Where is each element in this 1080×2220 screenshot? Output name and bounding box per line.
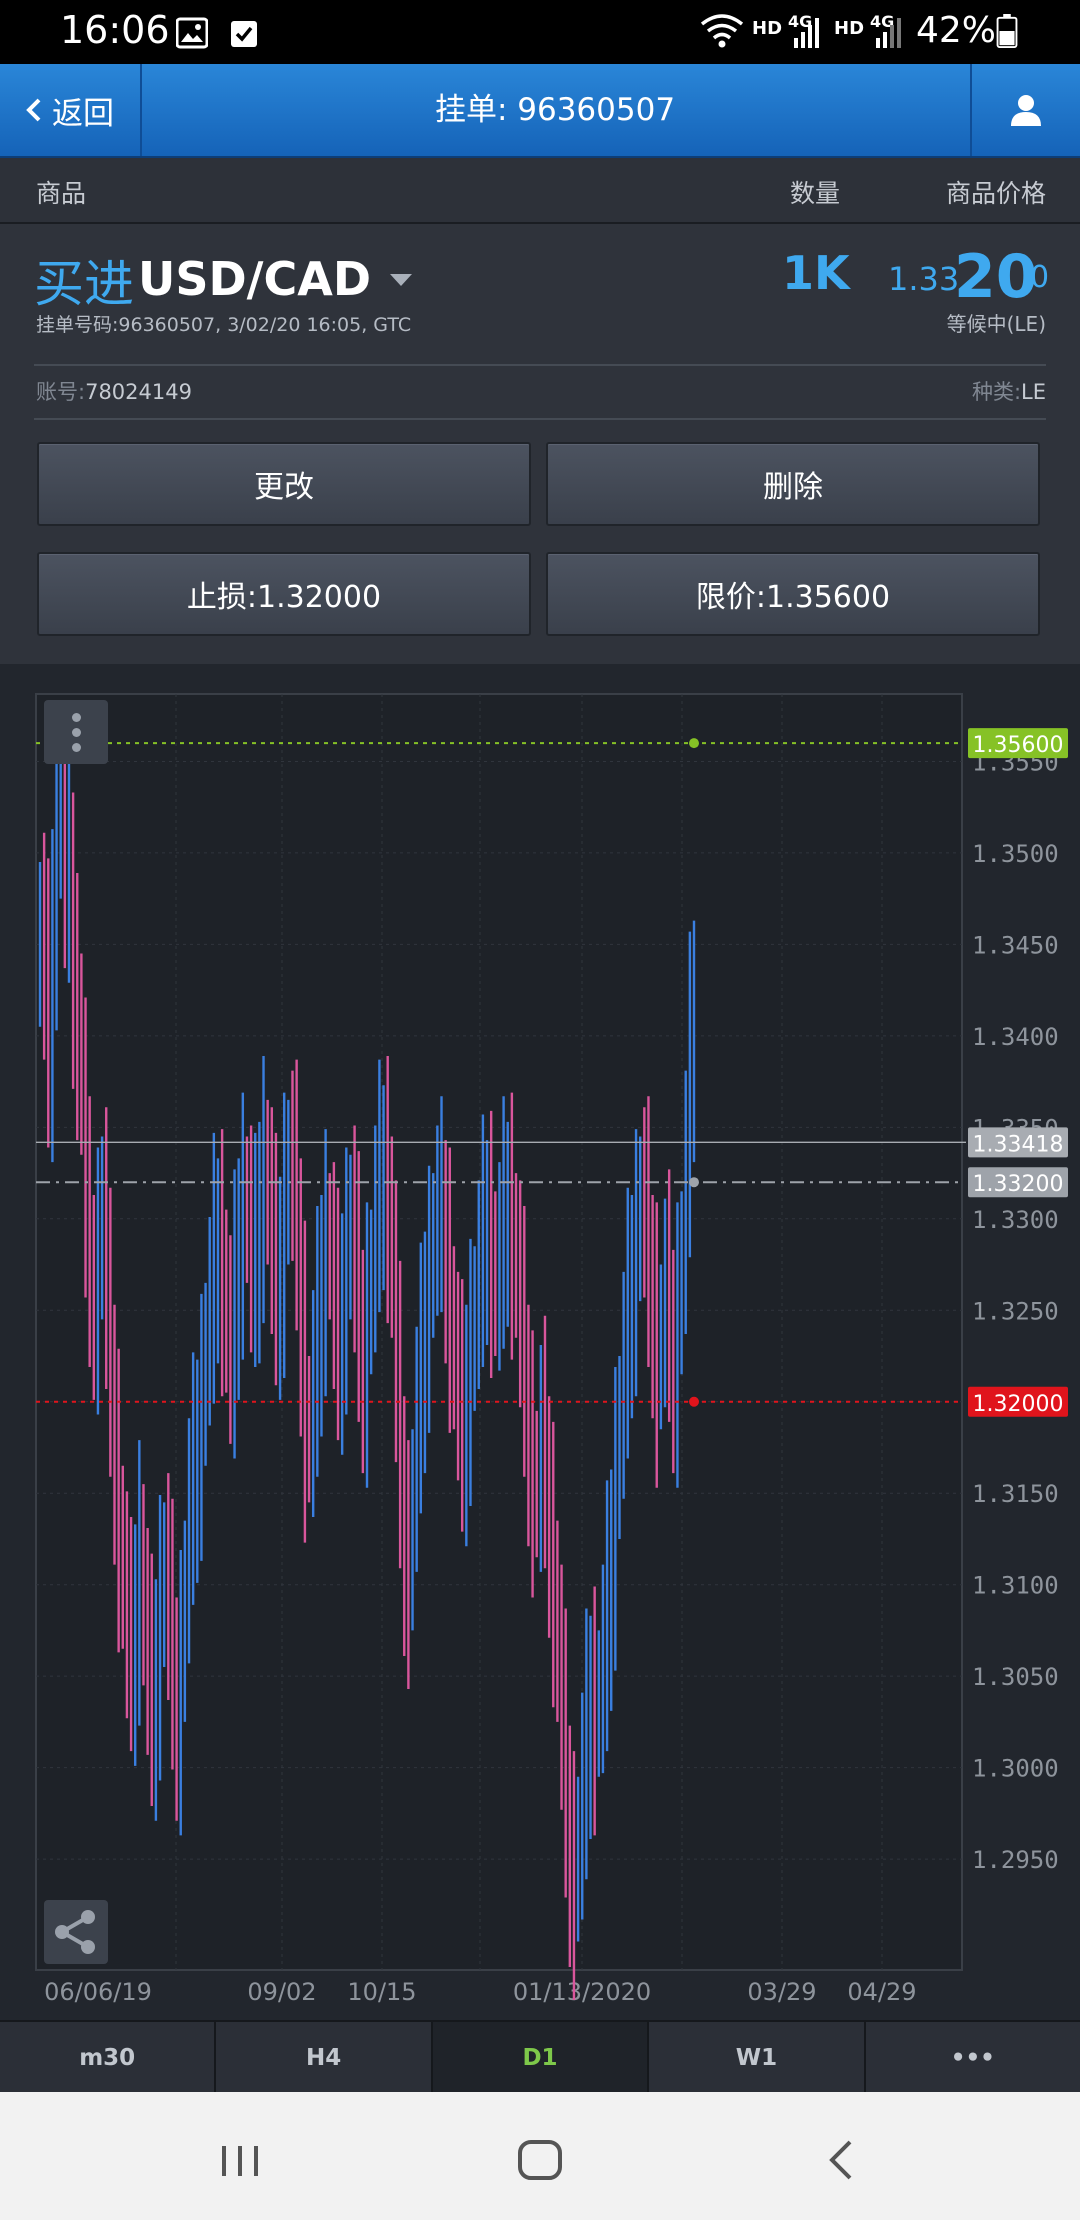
x-tick-label: 10/15 bbox=[347, 1978, 416, 2006]
y-tick-label: 1.3000 bbox=[972, 1755, 1059, 1783]
system-nav-bar bbox=[0, 2092, 1080, 2220]
dot-icon bbox=[71, 712, 81, 722]
signal-icon-2 bbox=[876, 18, 901, 48]
order-panel: 买进 USD/CAD 挂单号码:96360507, 3/02/20 16:05,… bbox=[0, 224, 1080, 664]
divider bbox=[34, 418, 1046, 420]
share-icon bbox=[55, 1910, 95, 1954]
timeframe-tab[interactable]: D1 bbox=[432, 2022, 650, 2094]
symbol-selector[interactable]: USD/CAD bbox=[138, 252, 371, 306]
price-line-label: 1.35600 bbox=[973, 733, 1064, 758]
price-prefix: 1.33 bbox=[888, 260, 960, 298]
price-big: 20 bbox=[954, 242, 1038, 312]
chart-menu-button[interactable] bbox=[44, 700, 108, 764]
order-meta: 挂单号码:96360507, 3/02/20 16:05, GTC bbox=[36, 314, 412, 336]
page-title: 挂单: 96360507 bbox=[434, 92, 676, 128]
x-tick-label: 09/02 bbox=[247, 1978, 316, 2006]
y-tick-label: 1.3400 bbox=[972, 1023, 1059, 1051]
dot-icon bbox=[71, 742, 81, 752]
timeframe-tab[interactable]: H4 bbox=[216, 2022, 433, 2094]
chart-canvas[interactable]: 1.35501.35001.34501.34001.33501.33001.32… bbox=[0, 664, 1080, 2020]
status-bar: 16:06 HD 4G HD 4G 42% bbox=[0, 0, 1080, 64]
timeframe-tab[interactable]: ••• bbox=[866, 2022, 1080, 2094]
x-tick-label: 03/29 bbox=[747, 1978, 816, 2006]
timeframe-bar: m30 H4 D1 W1 ••• bbox=[0, 2020, 1080, 2094]
column-price: 商品价格 bbox=[945, 179, 1046, 208]
checkbox-icon bbox=[231, 21, 257, 47]
y-tick-label: 1.3050 bbox=[972, 1663, 1059, 1691]
timeframe-tab[interactable]: m30 bbox=[0, 2022, 217, 2094]
order-type: 种类:LE bbox=[971, 380, 1046, 404]
stop-loss-button[interactable]: 止损:1.32000 bbox=[37, 552, 531, 636]
limit-button[interactable]: 限价:1.35600 bbox=[546, 552, 1040, 636]
price-line-dot bbox=[689, 1396, 699, 1407]
column-product: 商品 bbox=[36, 179, 87, 208]
battery-icon bbox=[996, 14, 1018, 48]
price-chart[interactable]: 1.35501.35001.34501.34001.33501.33001.32… bbox=[0, 664, 1080, 2020]
price-line-label: 1.32000 bbox=[973, 1392, 1064, 1417]
price-line-label: 1.33200 bbox=[973, 1172, 1064, 1197]
y-tick-label: 1.3100 bbox=[972, 1572, 1059, 1600]
order-side: 买进 bbox=[34, 255, 134, 313]
dot-icon bbox=[71, 727, 81, 737]
y-tick-label: 1.3250 bbox=[972, 1297, 1059, 1325]
back-label: 返回 bbox=[52, 95, 114, 132]
account-button[interactable] bbox=[970, 64, 1080, 156]
hd-label-2: HD bbox=[834, 18, 865, 39]
signal-icon bbox=[794, 18, 819, 48]
nav-bar: 返回 挂单: 96360507 bbox=[0, 64, 1080, 158]
x-tick-label: 06/06/19 bbox=[44, 1978, 152, 2006]
caret-down-icon[interactable] bbox=[390, 274, 412, 286]
recent-apps-icon[interactable] bbox=[210, 2130, 270, 2190]
share-button[interactable] bbox=[44, 1900, 108, 1964]
y-tick-label: 1.3450 bbox=[972, 931, 1059, 959]
order-quantity: 1K bbox=[782, 246, 850, 300]
price-line-dot bbox=[689, 1177, 699, 1188]
order-status: 等候中(LE) bbox=[946, 312, 1046, 336]
wifi-icon bbox=[700, 14, 744, 48]
x-tick-label: 01/13/2020 bbox=[513, 1978, 651, 2006]
chevron-left-icon bbox=[26, 98, 41, 122]
y-tick-label: 1.3500 bbox=[972, 840, 1059, 868]
delete-button[interactable]: 删除 bbox=[546, 442, 1040, 526]
y-tick-label: 1.3300 bbox=[972, 1206, 1059, 1234]
home-icon[interactable] bbox=[510, 2130, 570, 2190]
hd-label: HD bbox=[752, 18, 783, 39]
battery-percent: 42% bbox=[916, 10, 997, 51]
modify-button[interactable]: 更改 bbox=[37, 442, 531, 526]
y-tick-label: 1.2950 bbox=[972, 1846, 1059, 1874]
account-info: 账号:78024149 bbox=[36, 380, 192, 404]
price-line-label: 1.33418 bbox=[973, 1132, 1064, 1157]
column-header: 商品 数量 商品价格 bbox=[0, 158, 1080, 224]
back-button[interactable]: 返回 bbox=[0, 64, 142, 156]
y-tick-label: 1.3150 bbox=[972, 1480, 1059, 1508]
user-icon bbox=[1011, 95, 1041, 126]
x-tick-label: 04/29 bbox=[847, 1978, 916, 2006]
divider bbox=[34, 364, 1046, 366]
back-nav-icon[interactable] bbox=[812, 2130, 872, 2190]
column-quantity: 数量 bbox=[790, 179, 841, 208]
price-pip: 0 bbox=[1030, 260, 1050, 295]
timeframe-tab[interactable]: W1 bbox=[649, 2022, 866, 2094]
status-time: 16:06 bbox=[60, 8, 170, 52]
price-line-dot bbox=[689, 738, 699, 749]
gallery-icon bbox=[176, 17, 208, 49]
